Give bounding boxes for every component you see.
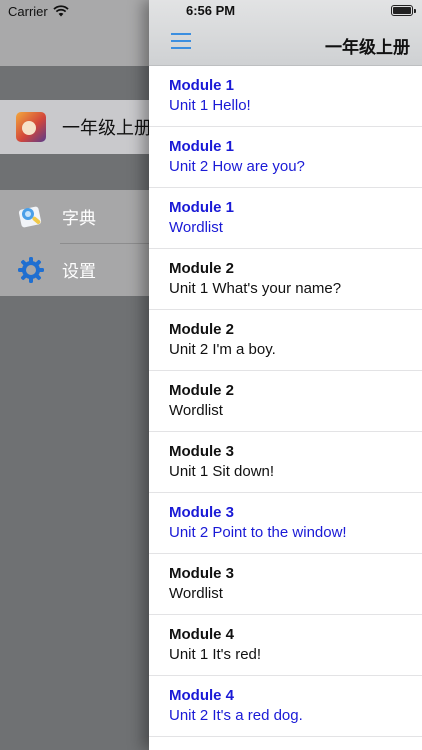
dictionary-icon — [16, 202, 46, 232]
list-item[interactable]: Module 4 Unit 2 It's a red dog. — [149, 676, 422, 737]
unit-label: Unit 1 It's red! — [169, 646, 262, 663]
menu-header: Carrier — [0, 0, 160, 66]
module-label: Module 1 — [169, 77, 235, 94]
list-item[interactable]: Module 1 Wordlist — [149, 188, 422, 249]
list-item[interactable]: Module 3 Unit 2 Point to the window! — [149, 493, 422, 554]
list-item[interactable]: Module 3 Unit 1 Sit down! — [149, 432, 422, 493]
list-item[interactable]: Module 2 Wordlist — [149, 371, 422, 432]
unit-label: Unit 2 How are you? — [169, 158, 305, 175]
list-item[interactable]: Module 2 Unit 1 What's your name? — [149, 249, 422, 310]
module-label: Module 1 — [169, 138, 235, 155]
unit-label: Wordlist — [169, 219, 223, 236]
unit-label: Unit 2 I'm a boy. — [169, 341, 276, 358]
page-title: 一年级上册 — [325, 38, 410, 57]
module-label: Module 2 — [169, 321, 235, 338]
list-item[interactable]: Module 2 Unit 2 I'm a boy. — [149, 310, 422, 371]
module-label: Module 3 — [169, 504, 235, 521]
module-label: Module 4 — [169, 626, 235, 643]
status-time: 6:56 PM — [186, 3, 236, 18]
module-label: Module 2 — [169, 260, 235, 277]
list-item[interactable]: Module 1 Unit 2 How are you? — [149, 127, 422, 188]
list-item[interactable]: Module 1 Unit 1 Hello! — [149, 66, 422, 127]
main-panel: 6:56 PM 一年级上册 Module 1 Unit 1 Hello! Modul… — [149, 0, 422, 750]
module-label: Module 3 — [169, 565, 235, 582]
lesson-list: Module 1 Unit 1 Hello! Module 1 Unit 2 How … — [149, 66, 422, 737]
menu-item-book[interactable]: 一年级上册 — [0, 100, 160, 154]
menu-book-label: 一年级上册 — [62, 118, 152, 138]
unit-label: Unit 2 Point to the window! — [169, 524, 347, 541]
module-label: Module 1 — [169, 199, 235, 216]
battery-icon — [391, 5, 416, 16]
carrier-label: Carrier — [8, 3, 48, 19]
side-menu: Carrier 一年级上册 字典 设置 — [0, 0, 160, 750]
module-label: Module 4 — [169, 687, 235, 704]
menu-group: 字典 设置 — [0, 190, 160, 296]
list-item[interactable]: Module 3 Wordlist — [149, 554, 422, 615]
unit-label: Wordlist — [169, 402, 223, 419]
unit-label: Unit 2 It's a red dog. — [169, 707, 303, 724]
module-label: Module 2 — [169, 382, 235, 399]
gear-icon — [16, 255, 46, 285]
unit-label: Unit 1 What's your name? — [169, 280, 342, 297]
list-item[interactable]: Module 4 Unit 1 It's red! — [149, 615, 422, 676]
menu-item-settings[interactable]: 设置 — [0, 243, 160, 296]
unit-label: Unit 1 Sit down! — [169, 463, 275, 480]
status-bar-left: Carrier — [8, 3, 69, 19]
menu-item-label: 设置 — [62, 262, 96, 281]
unit-label: Wordlist — [169, 585, 223, 602]
module-label: Module 3 — [169, 443, 235, 460]
book-cover-icon — [16, 112, 46, 142]
hamburger-icon[interactable] — [171, 33, 191, 50]
battery-fill — [393, 7, 411, 14]
unit-label: Unit 1 Hello! — [169, 97, 251, 114]
menu-item-dictionary[interactable]: 字典 — [0, 190, 160, 243]
menu-item-label: 字典 — [62, 209, 96, 228]
navigation-bar: 6:56 PM 一年级上册 — [149, 0, 422, 66]
wifi-icon — [53, 5, 69, 17]
